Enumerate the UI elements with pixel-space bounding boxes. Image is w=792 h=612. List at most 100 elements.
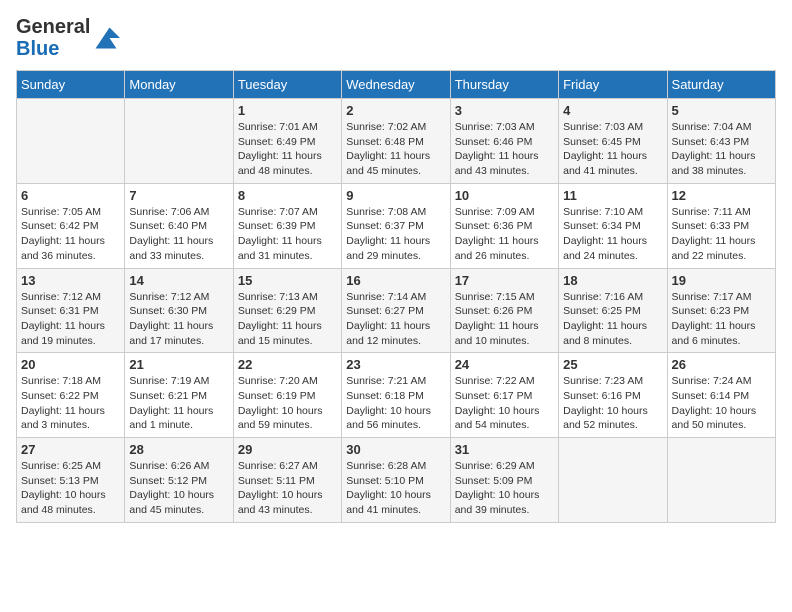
- calendar-cell: 13 Sunrise: 7:12 AM Sunset: 6:31 PM Dayli…: [17, 268, 125, 353]
- day-number: 30: [346, 442, 445, 457]
- calendar-cell: 8 Sunrise: 7:07 AM Sunset: 6:39 PM Daylig…: [233, 183, 341, 268]
- day-info: Sunrise: 7:18 AM Sunset: 6:22 PM Dayligh…: [21, 374, 120, 433]
- day-info: Sunrise: 7:19 AM Sunset: 6:21 PM Dayligh…: [129, 374, 228, 433]
- day-number: 22: [238, 357, 337, 372]
- calendar-cell: 16 Sunrise: 7:14 AM Sunset: 6:27 PM Dayli…: [342, 268, 450, 353]
- day-number: 15: [238, 273, 337, 288]
- day-info: Sunrise: 7:11 AM Sunset: 6:33 PM Dayligh…: [672, 205, 771, 264]
- page-header: GeneralBlue: [16, 16, 776, 60]
- day-info: Sunrise: 7:16 AM Sunset: 6:25 PM Dayligh…: [563, 290, 662, 349]
- day-number: 25: [563, 357, 662, 372]
- day-info: Sunrise: 7:13 AM Sunset: 6:29 PM Dayligh…: [238, 290, 337, 349]
- day-info: Sunrise: 7:01 AM Sunset: 6:49 PM Dayligh…: [238, 120, 337, 179]
- day-number: 14: [129, 273, 228, 288]
- day-info: Sunrise: 7:12 AM Sunset: 6:31 PM Dayligh…: [21, 290, 120, 349]
- day-info: Sunrise: 6:28 AM Sunset: 5:10 PM Dayligh…: [346, 459, 445, 518]
- day-of-week-tuesday: Tuesday: [233, 71, 341, 99]
- day-info: Sunrise: 6:29 AM Sunset: 5:09 PM Dayligh…: [455, 459, 554, 518]
- calendar-cell: [667, 438, 775, 523]
- day-number: 10: [455, 188, 554, 203]
- day-number: 28: [129, 442, 228, 457]
- day-info: Sunrise: 7:24 AM Sunset: 6:14 PM Dayligh…: [672, 374, 771, 433]
- logo: GeneralBlue: [16, 16, 120, 60]
- day-number: 23: [346, 357, 445, 372]
- calendar-cell: 1 Sunrise: 7:01 AM Sunset: 6:49 PM Daylig…: [233, 99, 341, 184]
- calendar-cell: 4Sunrise: 7:03 AM Sunset: 6:45 PM Daylig…: [559, 99, 667, 184]
- calendar-cell: [125, 99, 233, 184]
- calendar-cell: [559, 438, 667, 523]
- week-row-5: 27Sunrise: 6:25 AM Sunset: 5:13 PM Dayli…: [17, 438, 776, 523]
- day-info: Sunrise: 7:14 AM Sunset: 6:27 PM Dayligh…: [346, 290, 445, 349]
- day-info: Sunrise: 7:23 AM Sunset: 6:16 PM Dayligh…: [563, 374, 662, 433]
- day-info: Sunrise: 7:06 AM Sunset: 6:40 PM Dayligh…: [129, 205, 228, 264]
- day-number: 9: [346, 188, 445, 203]
- calendar-cell: 26 Sunrise: 7:24 AM Sunset: 6:14 PM Dayli…: [667, 353, 775, 438]
- day-info: Sunrise: 7:05 AM Sunset: 6:42 PM Dayligh…: [21, 205, 120, 264]
- header-row: SundayMondayTuesdayWednesdayThursdayFrid…: [17, 71, 776, 99]
- day-info: Sunrise: 7:12 AM Sunset: 6:30 PM Dayligh…: [129, 290, 228, 349]
- calendar-cell: 10 Sunrise: 7:09 AM Sunset: 6:36 PM Dayli…: [450, 183, 558, 268]
- day-of-week-thursday: Thursday: [450, 71, 558, 99]
- calendar-cell: [17, 99, 125, 184]
- day-info: Sunrise: 7:04 AM Sunset: 6:43 PM Dayligh…: [672, 120, 771, 179]
- calendar-cell: 11 Sunrise: 7:10 AM Sunset: 6:34 PM Dayli…: [559, 183, 667, 268]
- calendar-cell: 23 Sunrise: 7:21 AM Sunset: 6:18 PM Dayli…: [342, 353, 450, 438]
- day-info: Sunrise: 6:26 AM Sunset: 5:12 PM Dayligh…: [129, 459, 228, 518]
- day-number: 27: [21, 442, 120, 457]
- day-info: Sunrise: 6:27 AM Sunset: 5:11 PM Dayligh…: [238, 459, 337, 518]
- day-number: 1: [238, 103, 337, 118]
- day-number: 8: [238, 188, 337, 203]
- day-number: 12: [672, 188, 771, 203]
- day-number: 3: [455, 103, 554, 118]
- calendar-cell: 22 Sunrise: 7:20 AM Sunset: 6:19 PM Dayli…: [233, 353, 341, 438]
- day-number: 19: [672, 273, 771, 288]
- calendar-cell: 7 Sunrise: 7:06 AM Sunset: 6:40 PM Daylig…: [125, 183, 233, 268]
- day-info: Sunrise: 7:20 AM Sunset: 6:19 PM Dayligh…: [238, 374, 337, 433]
- calendar-cell: 14 Sunrise: 7:12 AM Sunset: 6:30 PM Dayli…: [125, 268, 233, 353]
- week-row-2: 6 Sunrise: 7:05 AM Sunset: 6:42 PM Daylig…: [17, 183, 776, 268]
- day-number: 24: [455, 357, 554, 372]
- day-info: Sunrise: 7:10 AM Sunset: 6:34 PM Dayligh…: [563, 205, 662, 264]
- day-number: 7: [129, 188, 228, 203]
- logo-text: GeneralBlue: [16, 16, 90, 60]
- day-info: Sunrise: 7:07 AM Sunset: 6:39 PM Dayligh…: [238, 205, 337, 264]
- calendar-cell: 30 Sunrise: 6:28 AM Sunset: 5:10 PM Dayli…: [342, 438, 450, 523]
- day-number: 20: [21, 357, 120, 372]
- calendar-cell: 24 Sunrise: 7:22 AM Sunset: 6:17 PM Dayli…: [450, 353, 558, 438]
- day-number: 2: [346, 103, 445, 118]
- calendar-cell: 3Sunrise: 7:03 AM Sunset: 6:46 PM Daylig…: [450, 99, 558, 184]
- day-info: Sunrise: 7:09 AM Sunset: 6:36 PM Dayligh…: [455, 205, 554, 264]
- calendar-cell: 2 Sunrise: 7:02 AM Sunset: 6:48 PM Daylig…: [342, 99, 450, 184]
- day-number: 11: [563, 188, 662, 203]
- day-number: 13: [21, 273, 120, 288]
- day-number: 29: [238, 442, 337, 457]
- day-info: Sunrise: 7:21 AM Sunset: 6:18 PM Dayligh…: [346, 374, 445, 433]
- day-of-week-wednesday: Wednesday: [342, 71, 450, 99]
- day-number: 26: [672, 357, 771, 372]
- day-number: 5: [672, 103, 771, 118]
- calendar-cell: 21 Sunrise: 7:19 AM Sunset: 6:21 PM Dayli…: [125, 353, 233, 438]
- day-info: Sunrise: 7:03 AM Sunset: 6:45 PM Dayligh…: [563, 120, 662, 179]
- day-number: 16: [346, 273, 445, 288]
- day-number: 6: [21, 188, 120, 203]
- day-number: 18: [563, 273, 662, 288]
- week-row-1: 1 Sunrise: 7:01 AM Sunset: 6:49 PM Daylig…: [17, 99, 776, 184]
- calendar-cell: 29 Sunrise: 6:27 AM Sunset: 5:11 PM Dayli…: [233, 438, 341, 523]
- calendar-cell: 28 Sunrise: 6:26 AM Sunset: 5:12 PM Dayli…: [125, 438, 233, 523]
- day-info: Sunrise: 7:22 AM Sunset: 6:17 PM Dayligh…: [455, 374, 554, 433]
- day-of-week-monday: Monday: [125, 71, 233, 99]
- day-number: 17: [455, 273, 554, 288]
- day-number: 21: [129, 357, 228, 372]
- day-of-week-sunday: Sunday: [17, 71, 125, 99]
- day-info: Sunrise: 7:02 AM Sunset: 6:48 PM Dayligh…: [346, 120, 445, 179]
- day-number: 31: [455, 442, 554, 457]
- calendar-table: SundayMondayTuesdayWednesdayThursdayFrid…: [16, 70, 776, 523]
- day-of-week-friday: Friday: [559, 71, 667, 99]
- week-row-4: 20 Sunrise: 7:18 AM Sunset: 6:22 PM Dayli…: [17, 353, 776, 438]
- calendar-cell: 6 Sunrise: 7:05 AM Sunset: 6:42 PM Daylig…: [17, 183, 125, 268]
- calendar-cell: 9Sunrise: 7:08 AM Sunset: 6:37 PM Daylig…: [342, 183, 450, 268]
- calendar-cell: 20 Sunrise: 7:18 AM Sunset: 6:22 PM Dayli…: [17, 353, 125, 438]
- calendar-cell: 15 Sunrise: 7:13 AM Sunset: 6:29 PM Dayli…: [233, 268, 341, 353]
- calendar-cell: 25 Sunrise: 7:23 AM Sunset: 6:16 PM Dayli…: [559, 353, 667, 438]
- calendar-cell: 17Sunrise: 7:15 AM Sunset: 6:26 PM Dayli…: [450, 268, 558, 353]
